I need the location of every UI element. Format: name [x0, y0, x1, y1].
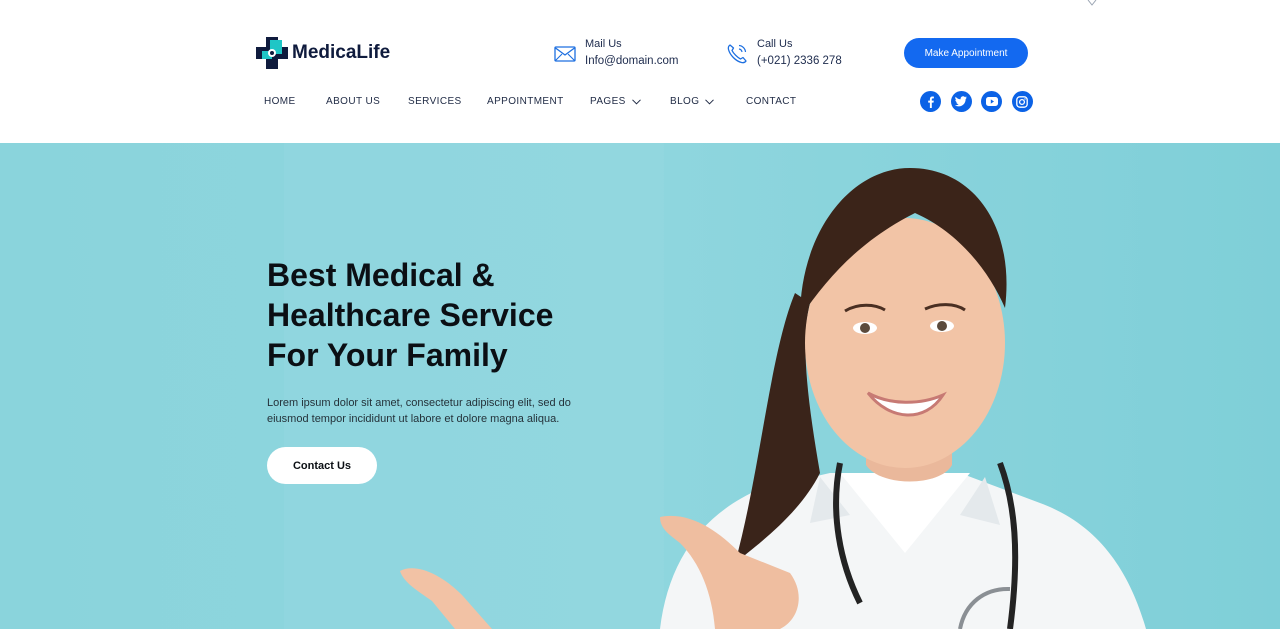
chevron-down-icon [631, 98, 641, 105]
nav-item-label: APPOINTMENT [487, 96, 564, 107]
twitter-icon [955, 96, 967, 107]
location-marker-icon [1087, 0, 1097, 6]
phone-contact[interactable]: Call Us (+021) 2336 278 [725, 38, 842, 70]
nav-item-pages[interactable]: PAGES [590, 96, 670, 107]
facebook-link[interactable] [920, 91, 941, 112]
site-header: MedicaLife Mail Us Info@domain.com Call … [0, 0, 1280, 143]
hero-description-line: eiusmod tempor incididunt ut labore et d… [267, 413, 560, 425]
phone-icon [727, 44, 747, 64]
nav-item-label: ABOUT US [326, 96, 381, 107]
call-label: Call Us [757, 38, 793, 50]
doctor-portrait-image [400, 168, 1146, 629]
chevron-down-icon [705, 98, 715, 105]
youtube-icon [985, 97, 998, 106]
nav-item-label: HOME [264, 96, 296, 107]
hero-title-line: Best Medical & [267, 257, 495, 293]
mail-value[interactable]: Info@domain.com [585, 53, 679, 70]
nav-item-appointment[interactable]: APPOINTMENT [487, 96, 590, 107]
logo[interactable]: MedicaLife [256, 37, 390, 69]
medical-cross-logo-icon [256, 37, 288, 69]
nav-item-contact[interactable]: CONTACT [746, 96, 796, 107]
make-appointment-button[interactable]: Make Appointment [904, 38, 1028, 68]
twitter-link[interactable] [950, 91, 972, 112]
call-value[interactable]: (+021) 2336 278 [757, 53, 842, 70]
social-links [920, 91, 1042, 112]
nav-item-label: SERVICES [408, 96, 462, 107]
nav-item-about-us[interactable]: ABOUT US [326, 96, 408, 107]
instagram-link[interactable] [1011, 91, 1033, 112]
nav-item-label: BLOG [670, 96, 700, 107]
contact-us-button[interactable]: Contact Us [267, 447, 377, 484]
main-nav: HOME ABOUT US SERVICES APPOINTMENT PAGES… [264, 96, 796, 107]
nav-item-label: PAGES [590, 96, 626, 107]
nav-item-label: CONTACT [746, 96, 797, 107]
hero-description: Lorem ipsum dolor sit amet, consectetur … [267, 395, 597, 427]
mail-label: Mail Us [585, 38, 622, 50]
hero-title: Best Medical & Healthcare Service For Yo… [267, 255, 627, 375]
mail-icon [554, 46, 576, 62]
youtube-link[interactable] [981, 91, 1002, 112]
nav-item-home[interactable]: HOME [264, 96, 326, 107]
facebook-icon [927, 96, 934, 108]
hero-title-line: Healthcare Service [267, 297, 554, 333]
hero-description-line: Lorem ipsum dolor sit amet, consectetur … [267, 397, 571, 409]
nav-item-blog[interactable]: BLOG [670, 96, 746, 107]
mail-contact[interactable]: Mail Us Info@domain.com [553, 38, 679, 70]
hero-title-line: For Your Family [267, 337, 508, 373]
hero-section: Best Medical & Healthcare Service For Yo… [0, 143, 1280, 629]
nav-item-services[interactable]: SERVICES [408, 96, 487, 107]
logo-text: MedicaLife [292, 42, 391, 63]
instagram-icon [1016, 95, 1028, 108]
